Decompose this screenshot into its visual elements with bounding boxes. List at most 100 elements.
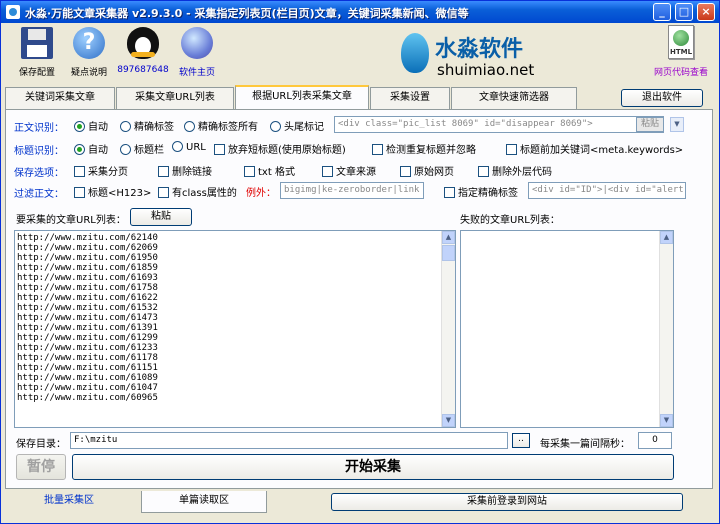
exact-tag-input[interactable]: <div id="ID">|<div id="alert [528,182,686,199]
radio-title-auto[interactable]: 自动 [74,141,108,156]
check-collect-pages[interactable]: 采集分页 [74,163,128,178]
interval-label: 每采集一篇间隔秒： [540,435,630,450]
maximize-button[interactable]: □ [675,3,693,21]
water-drop-icon [401,33,429,73]
logo-text-cn: 水淼软件 [435,31,523,63]
list-item[interactable]: http://www.mzitu.com/61089 [17,373,158,383]
list-item[interactable]: http://www.mzitu.com/62069 [17,243,158,253]
list-item[interactable]: http://www.mzitu.com/61178 [17,353,158,363]
view-source-button[interactable]: HTML 网页代码查看 [651,25,711,78]
url-list-box[interactable]: http://www.mzitu.com/62140http://www.mzi… [14,230,456,428]
list-item[interactable]: http://www.mzitu.com/61693 [17,273,158,283]
tab-keyword-collect[interactable]: 关键词采集文章 [5,87,115,109]
check-article-source[interactable]: 文章来源 [322,163,376,178]
check-txt-format[interactable]: txt 格式 [244,163,295,178]
tab-article-filter[interactable]: 文章快速筛选器 [451,87,577,109]
chevron-down-icon[interactable]: ▼ [670,117,684,132]
list-item[interactable]: http://www.mzitu.com/61950 [17,253,158,263]
login-before-collect-button[interactable]: 采集前登录到网站 [331,493,683,511]
scroll-up-icon[interactable]: ▲ [442,231,455,244]
qq-label: 897687648 [113,65,173,75]
save-config-label: 保存配置 [7,65,67,78]
interval-input[interactable]: 0 [638,432,672,449]
url-paste-button[interactable]: 粘贴 [130,208,192,226]
scroll-down-icon[interactable]: ▼ [442,414,455,427]
list-item[interactable]: http://www.mzitu.com/61473 [17,313,158,323]
radio-indicator [120,121,131,132]
view-source-label: 网页代码查看 [651,65,711,78]
radio-title-url[interactable]: URL [172,141,206,153]
list-item[interactable]: http://www.mzitu.com/61151 [17,363,158,373]
url-list-label: 要采集的文章URL列表： [16,211,126,226]
checkbox-indicator [478,166,489,177]
check-title-prefix-keyword[interactable]: 标题前加关键词<meta.keywords> [506,141,683,156]
tab-single-read[interactable]: 单篇读取区 [141,491,267,513]
list-item[interactable]: http://www.mzitu.com/61047 [17,383,158,393]
url-list-scrollbar[interactable]: ▲ ▼ [441,231,455,427]
scroll-down-icon[interactable]: ▼ [660,414,673,427]
tab-collect-settings[interactable]: 采集设置 [370,87,450,109]
floppy-icon [21,27,53,59]
exception-label: 例外： [246,184,276,199]
radio-label: 精确标签所有 [198,122,258,133]
list-item[interactable]: http://www.mzitu.com/61532 [17,303,158,313]
save-dir-input[interactable]: F:\mzitu [70,432,508,449]
check-exact-tag[interactable]: 指定精确标签 [444,184,518,199]
radio-body-auto[interactable]: 自动 [74,118,108,133]
check-title-h123[interactable]: 标题<H123> [74,184,151,199]
tab-collect-by-url-list[interactable]: 根据URL列表采集文章 [235,85,369,109]
close-button[interactable]: × [697,3,715,21]
radio-indicator [120,144,131,155]
html-file-icon: HTML [668,25,694,59]
exception-input[interactable]: bigimg|ke-zeroborder|link [280,182,424,199]
body-tag-input[interactable]: <div class="pic_list 8069" id="disappear… [334,116,664,133]
check-abandon-short-title[interactable]: 放弃短标题(使用原始标题) [214,141,346,156]
check-class-attr[interactable]: 有class属性的 [158,184,237,199]
body-recognition-row: 正文识别： 自动 精确标签 精确标签所有 头尾标记 <div class="pi… [14,116,708,134]
list-item[interactable]: http://www.mzitu.com/61758 [17,283,158,293]
exit-button[interactable]: 退出软件 [621,89,703,107]
html-badge: HTML [670,48,692,56]
save-config-button[interactable]: 保存配置 [7,27,67,78]
radio-body-exact-tag[interactable]: 精确标签 [120,118,174,133]
list-item[interactable]: http://www.mzitu.com/61299 [17,333,158,343]
title-recognition-label: 标题识别： [14,142,64,157]
pause-button[interactable]: 暂停 [16,454,66,480]
qq-button[interactable]: 897687648 [113,27,173,75]
checkbox-label: 采集分页 [88,167,128,178]
tab-batch-collect[interactable]: 批量采集区 [9,491,129,513]
radio-label: 自动 [88,122,108,133]
brand-logo: 水淼软件 shuimiao.net [401,29,551,81]
homepage-button[interactable]: 软件主页 [167,27,227,78]
save-options-label: 保存选项： [14,164,64,179]
tab-collect-url-list[interactable]: 采集文章URL列表 [116,87,234,109]
list-item[interactable]: http://www.mzitu.com/62140 [17,233,158,243]
radio-label: 头尾标记 [284,122,324,133]
check-detect-duplicate-title[interactable]: 检测重复标题并忽略 [372,141,476,156]
checkbox-indicator [158,187,169,198]
list-item[interactable]: http://www.mzitu.com/61233 [17,343,158,353]
radio-body-exact-tag-all[interactable]: 精确标签所有 [184,118,258,133]
checkbox-label: 标题前加关键词<meta.keywords> [520,145,683,156]
failed-list-scrollbar[interactable]: ▲ ▼ [659,231,673,427]
minimize-button[interactable]: _ [653,3,671,21]
browse-button[interactable]: .. [512,433,530,448]
list-item[interactable]: http://www.mzitu.com/61391 [17,323,158,333]
start-collect-button[interactable]: 开始采集 [72,454,674,480]
scroll-thumb[interactable] [442,245,455,261]
list-item[interactable]: http://www.mzitu.com/61859 [17,263,158,273]
check-remove-outer-code[interactable]: 删除外层代码 [478,163,552,178]
check-original-page[interactable]: 原始网页 [400,163,454,178]
question-icon: ? [73,27,105,59]
check-remove-links[interactable]: 删除链接 [158,163,212,178]
help-button[interactable]: ? 疑点说明 [59,27,119,78]
list-item[interactable]: http://www.mzitu.com/60965 [17,393,158,403]
list-item[interactable]: http://www.mzitu.com/61622 [17,293,158,303]
radio-label: URL [186,142,206,153]
radio-title-bar[interactable]: 标题栏 [120,141,164,156]
scroll-up-icon[interactable]: ▲ [660,231,673,244]
radio-body-head-tail[interactable]: 头尾标记 [270,118,324,133]
body-paste-button[interactable]: 粘贴 [636,117,664,132]
app-icon [6,5,20,19]
failed-list-box[interactable]: ▲ ▼ [460,230,674,428]
